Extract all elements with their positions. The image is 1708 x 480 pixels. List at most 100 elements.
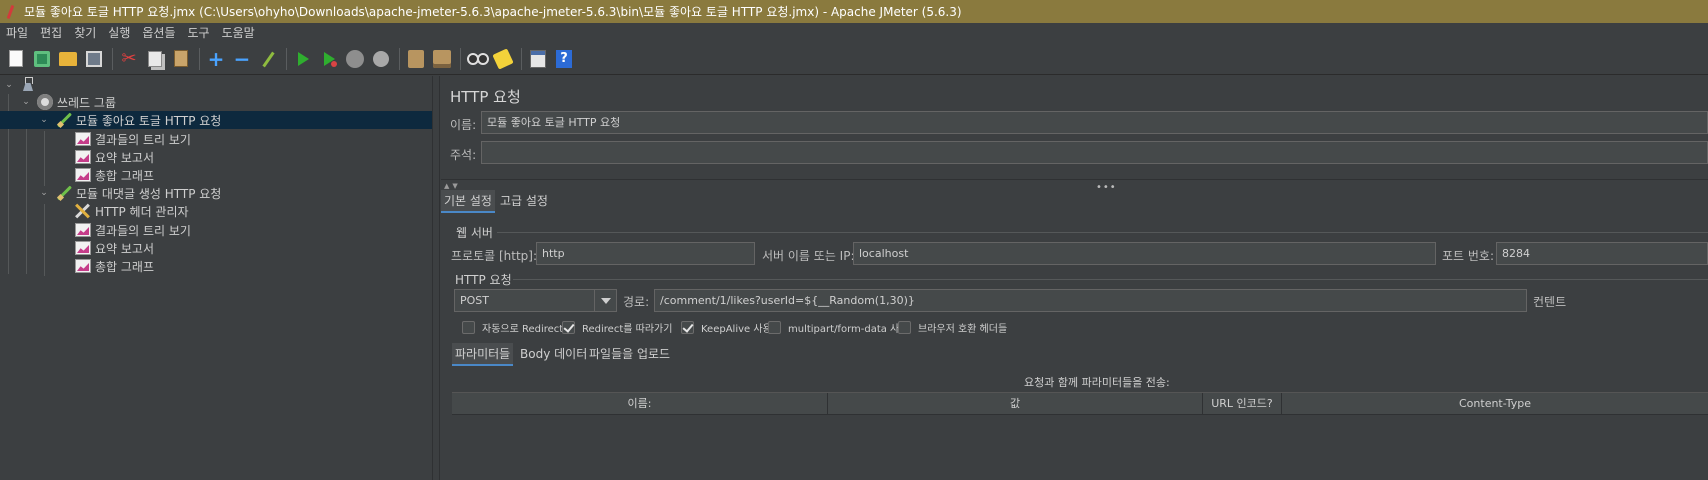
window-titlebar: 모듈 좋아요 토글 HTTP 요청.jmx (C:\Users\ohyho\Do… bbox=[0, 0, 1708, 23]
reset-search-button[interactable] bbox=[491, 47, 515, 71]
copy-button[interactable] bbox=[143, 47, 167, 71]
tree-item-aggregate-graph[interactable]: 총합 그래프 bbox=[0, 166, 432, 184]
checkbox-box[interactable] bbox=[681, 321, 694, 334]
tree-item-header-manager[interactable]: HTTP 헤더 관리자 bbox=[0, 202, 432, 220]
menu-file[interactable]: 파일 bbox=[0, 23, 34, 43]
checkbox-keepalive[interactable]: KeepAlive 사용 bbox=[681, 320, 772, 335]
server-field[interactable]: localhost bbox=[853, 242, 1436, 265]
chevron-down-icon[interactable]: ⌄ bbox=[39, 115, 49, 125]
tree-item-label: 요약 보고서 bbox=[95, 150, 155, 165]
checkbox-box[interactable] bbox=[462, 321, 475, 334]
stop-icon bbox=[346, 49, 364, 68]
method-select[interactable]: POST bbox=[454, 289, 617, 312]
clear-button[interactable] bbox=[404, 47, 428, 71]
checkbox-box[interactable] bbox=[562, 321, 575, 334]
function-helper-button[interactable] bbox=[526, 47, 550, 71]
checkbox-multipart[interactable]: multipart/form-data 사용 bbox=[768, 320, 908, 335]
tree-item-aggregate-graph[interactable]: 총합 그래프 bbox=[0, 257, 432, 275]
checkbox-box[interactable] bbox=[898, 321, 911, 334]
chevron-down-icon[interactable]: ⌄ bbox=[39, 188, 49, 198]
stop-button[interactable] bbox=[343, 47, 367, 71]
shutdown-button[interactable] bbox=[369, 47, 393, 71]
tree-item-summary-report[interactable]: 요약 보고서 bbox=[0, 239, 432, 257]
tree-item-thread-group[interactable]: ⌄ 쓰레드 그룹 bbox=[0, 93, 432, 111]
start-no-pauses-button[interactable] bbox=[317, 47, 341, 71]
paste-button[interactable] bbox=[169, 47, 193, 71]
checkbox-follow-redirects[interactable]: Redirect를 따라가기 bbox=[562, 320, 672, 335]
header-manager-tools-icon bbox=[74, 203, 92, 219]
comment-field[interactable] bbox=[481, 141, 1708, 164]
function-list-icon bbox=[530, 49, 546, 68]
chevron-down-icon[interactable]: ⌄ bbox=[21, 97, 31, 107]
name-field[interactable]: 모듈 좋아요 토글 HTTP 요청 bbox=[481, 111, 1708, 134]
listener-graph-icon bbox=[75, 241, 91, 255]
save-icon bbox=[86, 50, 102, 67]
new-button[interactable] bbox=[4, 47, 28, 71]
column-header-content-type[interactable]: Content-Type bbox=[1282, 393, 1708, 415]
checkbox-box[interactable] bbox=[768, 321, 781, 334]
open-button[interactable] bbox=[56, 47, 80, 71]
clear-all-button[interactable] bbox=[430, 47, 454, 71]
listener-graph-icon bbox=[75, 168, 91, 182]
column-header-name[interactable]: 이름: bbox=[452, 393, 828, 415]
path-field[interactable]: /comment/1/likes?userId=${__Random(1,30)… bbox=[654, 289, 1527, 312]
menu-options[interactable]: 옵션들 bbox=[136, 23, 181, 43]
tree-item-view-results-tree[interactable]: 결과들의 트리 보기 bbox=[0, 221, 432, 239]
menu-edit[interactable]: 편집 bbox=[34, 23, 68, 43]
test-plan-tree: ⌄ ⌄ 쓰레드 그룹 ⌄ 모듈 좋아요 토글 HTTP 요청 결과들의 트리 보… bbox=[0, 76, 432, 480]
menu-search[interactable]: 찾기 bbox=[68, 23, 102, 43]
chevron-down-icon[interactable]: ⌄ bbox=[4, 80, 14, 90]
tab-parameters[interactable]: 파라미터들 bbox=[452, 343, 514, 366]
save-button[interactable] bbox=[82, 47, 106, 71]
server-label: 서버 이름 또는 IP: bbox=[762, 249, 855, 263]
split-pane-divider[interactable] bbox=[432, 76, 440, 480]
toggle-button[interactable] bbox=[256, 47, 280, 71]
chevron-down-icon[interactable] bbox=[594, 290, 616, 311]
menu-help[interactable]: 도움말 bbox=[216, 23, 261, 43]
comment-label: 주석: bbox=[450, 148, 477, 162]
toolbar-separator bbox=[199, 47, 200, 70]
group-border bbox=[497, 232, 1708, 233]
plus-icon: + bbox=[207, 46, 225, 71]
search-button[interactable] bbox=[465, 47, 489, 71]
checkbox-label: 자동으로 Redirect bbox=[482, 324, 564, 335]
help-button[interactable]: ? bbox=[552, 47, 576, 71]
port-label: 포트 번호: bbox=[1442, 249, 1495, 263]
splitter-grip-icon[interactable]: ••• bbox=[1096, 182, 1117, 193]
collapse-arrows-icon[interactable]: ▲▼ bbox=[444, 182, 461, 190]
tree-item-sampler-reply-create[interactable]: ⌄ 모듈 대댓글 생성 HTTP 요청 bbox=[0, 184, 432, 202]
tab-advanced[interactable]: 고급 설정 bbox=[497, 190, 551, 213]
column-header-url-encode[interactable]: URL 인코드? bbox=[1203, 393, 1282, 415]
tab-files-upload[interactable]: 파일들을 업로드 bbox=[586, 343, 673, 366]
menu-tools[interactable]: 도구 bbox=[182, 23, 216, 43]
templates-button[interactable] bbox=[30, 47, 54, 71]
shutdown-icon bbox=[373, 50, 389, 67]
tree-item-summary-report[interactable]: 요약 보고서 bbox=[0, 148, 432, 166]
tree-item-label: 쓰레드 그룹 bbox=[57, 95, 117, 110]
name-label: 이름: bbox=[450, 118, 477, 132]
toggle-wand-icon bbox=[260, 51, 276, 67]
cut-button[interactable]: ✂ bbox=[117, 47, 141, 71]
menu-bar: 파일 편집 찾기 실행 옵션들 도구 도움말 bbox=[0, 23, 1708, 43]
add-button[interactable]: + bbox=[204, 47, 228, 71]
tab-body-data[interactable]: Body 데이터 bbox=[517, 343, 590, 366]
start-button[interactable] bbox=[291, 47, 315, 71]
tree-item-sampler-like-toggle[interactable]: ⌄ 모듈 좋아요 토글 HTTP 요청 bbox=[0, 111, 432, 129]
checkbox-auto-redirect[interactable]: 자동으로 Redirect bbox=[462, 320, 563, 335]
checkbox-browser-compatible-headers[interactable]: 브라우저 호환 헤더들 bbox=[898, 320, 1007, 335]
tab-basic[interactable]: 기본 설정 bbox=[441, 190, 495, 213]
path-label: 경로: bbox=[623, 295, 650, 309]
menu-run[interactable]: 실행 bbox=[102, 23, 136, 43]
checkbox-label: multipart/form-data 사용 bbox=[788, 324, 909, 335]
toolbar-separator bbox=[112, 47, 113, 70]
toolbar-separator bbox=[460, 47, 461, 70]
tree-item-view-results-tree[interactable]: 결과들의 트리 보기 bbox=[0, 130, 432, 148]
column-header-value[interactable]: 값 bbox=[828, 393, 1203, 415]
tree-item-label: 총합 그래프 bbox=[95, 168, 155, 183]
content-encoding-label: 컨텐트 bbox=[1533, 295, 1567, 309]
remove-button[interactable]: − bbox=[230, 47, 254, 71]
tree-item-test-plan[interactable]: ⌄ bbox=[0, 76, 432, 94]
toolbar-separator bbox=[521, 47, 522, 70]
protocol-field[interactable]: http bbox=[536, 242, 755, 265]
port-field[interactable]: 8284 bbox=[1496, 242, 1708, 265]
